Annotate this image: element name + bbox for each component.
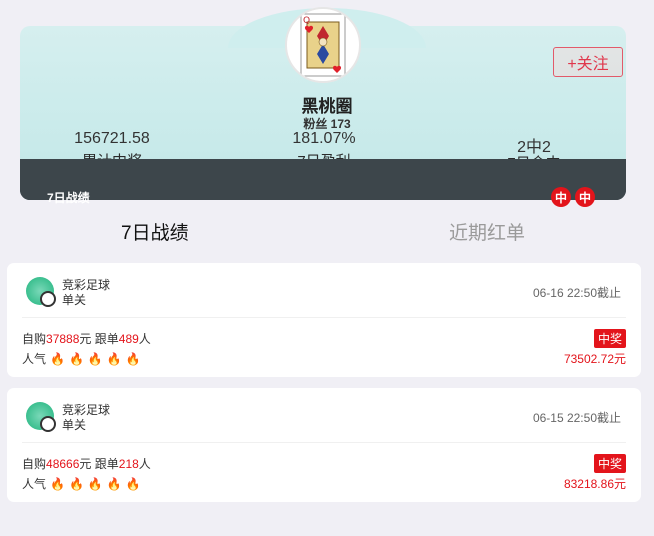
play-type: 单关 [62,293,87,307]
popularity-label: 人气 [22,352,47,366]
follow-unit: 人 [138,332,151,346]
fire-icon: 🔥 [125,351,141,366]
stat-7day-profit-value: 181.07% [292,130,356,147]
stat-total-prize-value: 156721.58 [74,130,150,147]
tab-recent-wins[interactable]: 近期红单 [449,218,525,245]
divider [22,442,626,443]
fire-icon: 🔥 [106,476,122,491]
nickname: 黑桃圈 [301,97,353,116]
popularity-line: 人气 🔥 🔥 🔥 🔥 🔥 [22,350,141,367]
popularity-label: 人气 [22,477,47,491]
svg-text:Q: Q [303,16,310,26]
fire-icon: 🔥 [68,476,84,491]
queen-of-hearts-card-icon: Q [300,13,346,77]
prize-amount: 83218.86元 [563,477,626,491]
avatar[interactable]: Q [285,7,361,83]
recent-record-label: 7日战绩 [47,191,90,205]
fire-icon: 🔥 [50,476,65,491]
fire-icon: 🔥 [87,476,103,491]
buy-amount: 37888 [46,332,80,346]
follow-prefix: 跟单 [94,332,119,346]
fire-icon: 🔥 [87,351,103,366]
football-league-icon [26,402,56,432]
fire-icon: 🔥 [68,351,84,366]
fire-icon: 🔥 [106,351,122,366]
fire-icon: 🔥 [125,476,141,491]
recent-result-badge: 中 [551,187,571,207]
buy-follow-line: 自购48666元 跟单218人 [22,455,151,472]
follow-unit: 人 [138,457,151,471]
buy-prefix: 自购 [22,332,47,346]
popularity-line: 人气 🔥 🔥 🔥 🔥 🔥 [22,475,141,492]
deadline: 06-15 22:50截止 [532,411,621,425]
divider [22,317,626,318]
order-card[interactable]: 竞彩足球 单关 06-15 22:50截止 自购48666元 跟单218人 人气… [7,388,641,502]
buy-prefix: 自购 [22,457,47,471]
follow-prefix: 跟单 [94,457,119,471]
buy-amount: 48666 [46,457,80,471]
fire-icon: 🔥 [50,351,65,366]
status-badge: 中奖 [593,454,626,473]
prize-amount: 73502.72元 [563,352,626,366]
deadline: 06-16 22:50截止 [532,286,621,300]
buy-unit: 元 [79,332,92,346]
play-type: 单关 [62,418,87,432]
follow-button[interactable]: +关注 [553,47,623,77]
recent-result-badge: 中 [575,187,595,207]
status-badge: 中奖 [593,329,626,348]
follow-count: 218 [118,457,139,471]
header-band-overlay [20,159,626,200]
order-card[interactable]: 竞彩足球 单关 06-16 22:50截止 自购37888元 跟单489人 人气… [7,263,641,377]
follow-count: 489 [118,332,139,346]
football-league-icon [26,277,56,307]
buy-follow-line: 自购37888元 跟单489人 [22,330,151,347]
buy-unit: 元 [79,457,92,471]
tab-7day-record[interactable]: 7日战绩 [121,218,189,245]
